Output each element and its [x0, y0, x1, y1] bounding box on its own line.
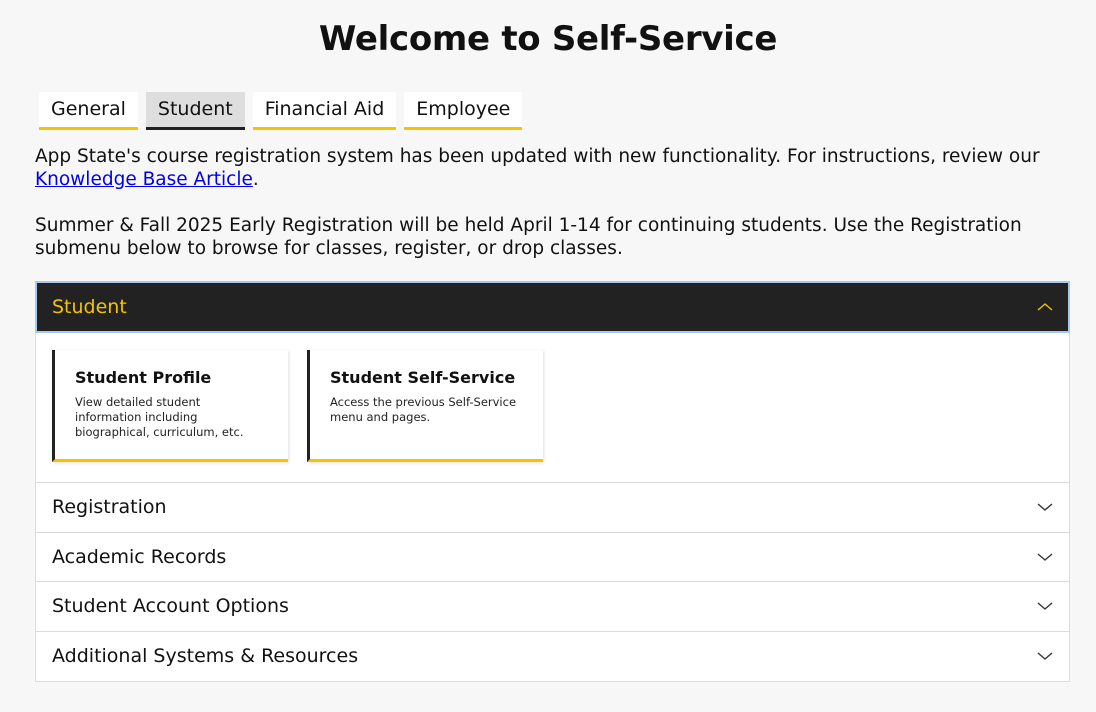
- card-student-self-service[interactable]: Student Self-Service Access the previous…: [307, 350, 543, 462]
- accordion-item-student-account-options[interactable]: Student Account Options: [36, 582, 1069, 632]
- tab-general[interactable]: General: [39, 92, 138, 130]
- accordion-panel-student: Student Profile View detailed student in…: [36, 332, 1069, 483]
- accordion-item-academic-records[interactable]: Academic Records: [36, 533, 1069, 582]
- accordion-item-label: Academic Records: [52, 545, 227, 568]
- card-title: Student Profile: [75, 368, 212, 387]
- chevron-up-icon: [1037, 299, 1053, 315]
- intro-paragraph-1-text: App State's course registration system h…: [35, 146, 1040, 167]
- intro-paragraph-1: App State's course registration system h…: [35, 145, 1070, 191]
- accordion-item-label: Registration: [52, 496, 167, 519]
- card-description: Access the previous Self-Service menu an…: [330, 395, 517, 424]
- accordion-item-label: Additional Systems & Resources: [52, 645, 359, 668]
- tab-employee[interactable]: Employee: [404, 92, 523, 130]
- accordion-header-student[interactable]: Student: [35, 281, 1070, 333]
- chevron-down-icon: [1037, 598, 1053, 614]
- card-title: Student Self-Service: [330, 368, 516, 387]
- knowledge-base-link[interactable]: Knowledge Base Article: [35, 169, 253, 190]
- tab-student[interactable]: Student: [145, 92, 245, 130]
- page-title: Welcome to Self-Service: [318, 19, 778, 59]
- intro-text: App State's course registration system h…: [35, 145, 1070, 283]
- accordion-item-additional-systems[interactable]: Additional Systems & Resources: [36, 632, 1069, 682]
- intro-paragraph-2: Summer & Fall 2025 Early Registration wi…: [35, 215, 1022, 259]
- accordion-header-label: Student: [52, 296, 127, 318]
- tab-bar: General Student Financial Aid Employee: [39, 92, 523, 130]
- chevron-down-icon: [1037, 549, 1053, 565]
- tab-financial-aid[interactable]: Financial Aid: [252, 92, 397, 130]
- accordion-item-registration[interactable]: Registration: [36, 483, 1069, 533]
- intro-paragraph-1-end: .: [252, 169, 259, 190]
- chevron-down-icon: [1037, 648, 1053, 664]
- student-accordion: Student Student Profile View detailed st…: [35, 281, 1070, 682]
- card-description: View detailed student information includ…: [75, 395, 244, 439]
- accordion-item-label: Student Account Options: [52, 595, 289, 618]
- card-student-profile[interactable]: Student Profile View detailed student in…: [52, 350, 288, 462]
- chevron-down-icon: [1037, 499, 1053, 515]
